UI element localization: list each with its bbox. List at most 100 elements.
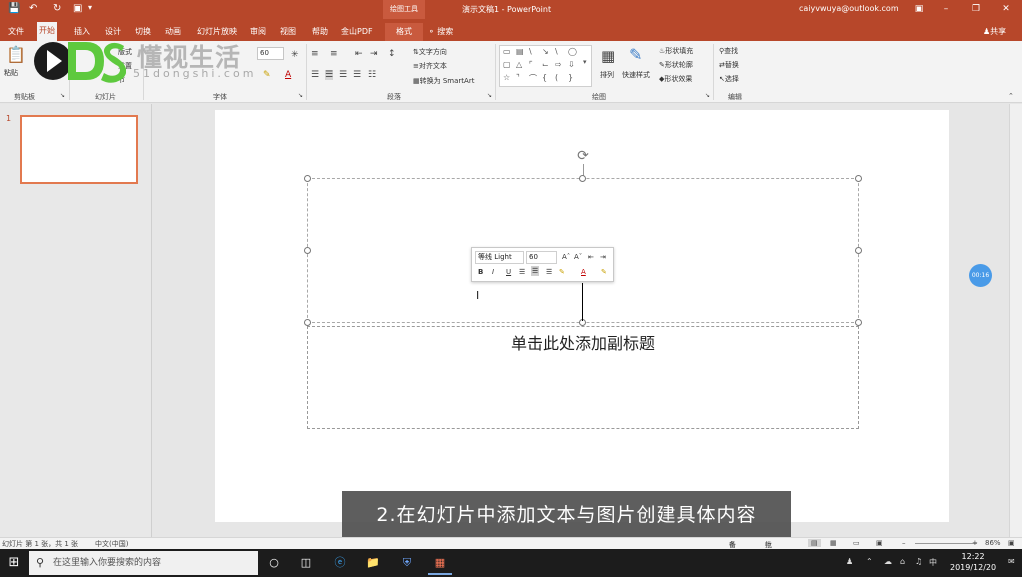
shape-rounded-rect-icon[interactable]: ▢ [503, 60, 511, 69]
align-text-button[interactable]: ≡对齐文本 [413, 61, 447, 71]
resize-handle[interactable] [855, 247, 862, 254]
slide-sorter-icon[interactable]: ▦ [830, 539, 837, 547]
shape-brace-icon[interactable]: { [542, 73, 547, 82]
multitask-icon[interactable]: ◫ [294, 551, 318, 575]
font-color-icon[interactable]: A [285, 70, 291, 80]
resize-handle[interactable] [304, 319, 311, 326]
file-explorer-icon[interactable]: 📁 [361, 551, 385, 575]
shape-curve-icon[interactable]: ⌒ [529, 73, 537, 84]
zoom-in-icon[interactable]: + [972, 539, 978, 547]
normal-view-icon[interactable]: ▤ [808, 539, 821, 547]
bold-button[interactable]: B [478, 268, 483, 276]
mini-font-color-icon[interactable]: A [581, 268, 586, 276]
shape-star-icon[interactable]: ☆ [503, 73, 510, 82]
tab-view[interactable]: 视图 [278, 23, 298, 41]
mini-decrease-indent-icon[interactable]: ⇤ [588, 253, 594, 261]
format-painter-icon[interactable]: ✎ [601, 268, 607, 276]
shape-arrow-line-icon[interactable]: ↘ [542, 47, 549, 56]
slide-thumbnail[interactable] [20, 115, 138, 184]
tab-review[interactable]: 审阅 [248, 23, 268, 41]
quick-styles-icon[interactable]: ✎ [629, 45, 642, 64]
shape-elbow-icon[interactable]: ⌙ [542, 60, 549, 69]
close-icon[interactable]: ✕ [995, 1, 1017, 17]
resize-handle[interactable] [855, 175, 862, 182]
arrange-label[interactable]: 排列 [600, 70, 614, 80]
task-view-icon[interactable]: ○ [262, 551, 286, 575]
zoom-out-icon[interactable]: – [902, 539, 906, 547]
increase-indent-icon[interactable]: ⇥ [370, 49, 378, 59]
minimize-icon[interactable]: – [935, 1, 957, 17]
vertical-scrollbar[interactable] [1009, 104, 1022, 537]
font-launcher-icon[interactable]: ↘ [298, 92, 303, 99]
subtitle-placeholder[interactable]: 单击此处添加副标题 [307, 326, 859, 429]
shape-down-arrow-icon[interactable]: ⇩ [568, 60, 575, 69]
resize-handle[interactable] [855, 319, 862, 326]
tab-format[interactable]: 格式 [385, 23, 423, 41]
security-shield-icon[interactable]: ⛨ [395, 551, 419, 575]
tray-chevron-icon[interactable]: ⌃ [866, 557, 873, 566]
restore-icon[interactable]: ❐ [965, 1, 987, 17]
zoom-level[interactable]: 86% [985, 539, 1001, 547]
shape-effects-button[interactable]: ◆形状效果 [659, 74, 692, 84]
line-spacing-icon[interactable]: ↕ [388, 49, 396, 59]
tell-me-search[interactable]: ⚬ 搜索 [428, 23, 453, 41]
clipboard-launcher-icon[interactable]: ↘ [60, 92, 65, 99]
italic-button[interactable]: I [492, 268, 494, 276]
shape-outline-button[interactable]: ✎形状轮廓 [659, 60, 693, 70]
resize-handle[interactable] [579, 175, 586, 182]
shape-brace-close-icon[interactable]: } [568, 73, 573, 82]
tab-wps-pdf[interactable]: 金山PDF [339, 23, 375, 41]
replace-button[interactable]: ⇄替换 [719, 60, 739, 70]
gallery-more-icon[interactable]: ▾ [583, 58, 587, 66]
shrink-font-icon[interactable]: Aˇ [574, 253, 582, 261]
tab-file[interactable]: 文件 [6, 23, 26, 41]
shape-paren-icon[interactable]: ( [555, 73, 558, 82]
people-icon[interactable]: ♟ [846, 557, 853, 566]
mini-highlight-icon[interactable]: ✎ [559, 268, 565, 276]
shape-right-arrow-icon[interactable]: ⇨ [555, 60, 562, 69]
clock[interactable]: 12:22 2019/12/20 [950, 551, 996, 573]
edge-browser-icon[interactable]: ⓔ [328, 551, 352, 575]
mini-increase-indent-icon[interactable]: ⇥ [600, 253, 606, 261]
reading-view-icon[interactable]: ▭ [853, 539, 860, 547]
shape-bracket-icon[interactable]: ⌝ [516, 73, 520, 82]
shape-gallery[interactable]: ▭ ▤ \ ↘ \ ◯ ▢ △ ⌜ ⌙ ⇨ ⇩ ☆ ⌝ ⌒ { ( } ▾ [499, 45, 592, 87]
quick-styles-label[interactable]: 快速样式 [622, 70, 650, 80]
find-button[interactable]: ⚲查找 [719, 46, 738, 56]
collapse-ribbon-icon[interactable]: ⌃ [1008, 92, 1014, 100]
windows-start-icon[interactable]: ⊞ [0, 549, 28, 577]
rotate-handle-icon[interactable]: ⟳ [575, 148, 591, 164]
customize-quick-access-icon[interactable]: ▾ [88, 3, 92, 12]
mini-align-right-icon[interactable]: ☰ [546, 268, 552, 276]
undo-icon[interactable]: ↶ [29, 3, 37, 14]
columns-icon[interactable]: ☷ [368, 70, 376, 80]
align-left-icon[interactable]: ☰ [311, 70, 319, 80]
powerpoint-taskbar-icon[interactable]: ▦ [428, 551, 452, 575]
shape-line-icon[interactable]: \ [529, 47, 532, 56]
resize-handle[interactable] [304, 175, 311, 182]
paragraph-launcher-icon[interactable]: ↘ [487, 92, 492, 99]
share-button[interactable]: ♟共享 [983, 23, 1006, 41]
account-name[interactable]: caiyvwuya@outlook.com [799, 4, 899, 13]
bullets-icon[interactable]: ≡ [311, 49, 319, 59]
shape-triangle-icon[interactable]: △ [516, 60, 522, 69]
ime-indicator[interactable]: 中 [929, 557, 937, 568]
decrease-indent-icon[interactable]: ⇤ [355, 49, 363, 59]
save-icon[interactable]: 💾 [8, 3, 20, 14]
tab-help[interactable]: 帮助 [310, 23, 330, 41]
shape-textbox-icon[interactable]: ▤ [516, 47, 524, 56]
align-center-icon[interactable]: ☰ [325, 70, 334, 80]
grow-font-icon[interactable]: Aˆ [562, 253, 570, 261]
volume-icon[interactable]: ♫ [915, 557, 922, 566]
fit-slide-icon[interactable]: ▣ [1008, 539, 1015, 547]
mini-font-size[interactable]: 60 [526, 251, 557, 264]
slideshow-from-start-icon[interactable]: ▣ [73, 3, 82, 14]
underline-button[interactable]: U [506, 268, 511, 276]
shape-oval-icon[interactable]: ◯ [568, 47, 577, 56]
clear-formatting-icon[interactable]: ✳ [291, 50, 299, 60]
arrange-icon[interactable]: ▦ [601, 47, 615, 65]
font-size-box[interactable]: 60 [257, 47, 284, 60]
shape-rect-icon[interactable]: ▭ [503, 47, 511, 56]
redo-icon[interactable]: ↻ [53, 3, 61, 14]
shape-line2-icon[interactable]: \ [555, 47, 558, 56]
